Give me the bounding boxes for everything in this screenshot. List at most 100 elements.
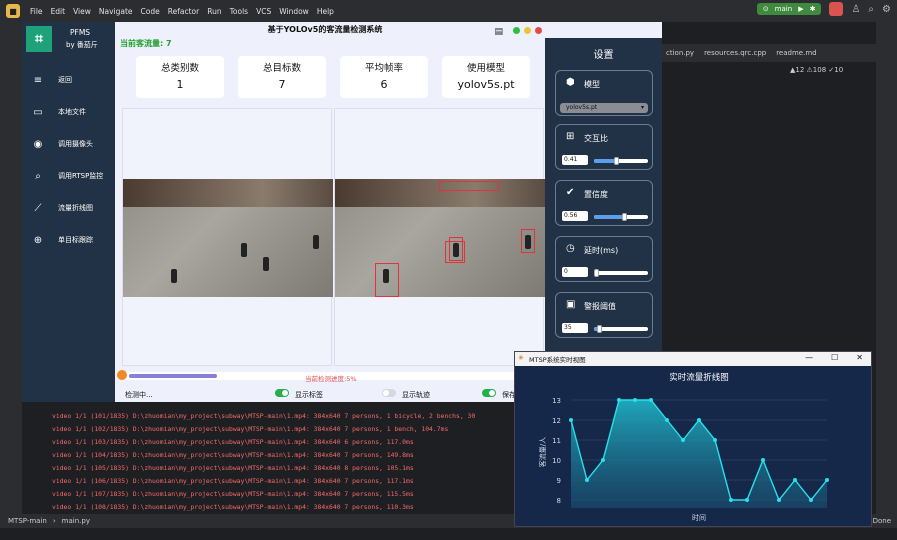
nav-item[interactable]: ◉ 调用摄像头 <box>28 134 114 154</box>
window-controls: ▤ <box>494 27 542 37</box>
gear-icon[interactable]: ⚙ <box>882 4 891 15</box>
menu-file[interactable]: File <box>26 7 47 16</box>
chart-title: 实时流量折线图 <box>669 372 729 383</box>
y-tick-label: 10 <box>552 457 561 465</box>
breadcrumb-file[interactable]: main.py <box>62 517 90 525</box>
menu-run[interactable]: Run <box>203 7 225 16</box>
nav-item[interactable]: ⌕ 调用RTSP监控 <box>28 166 114 186</box>
console-line: video 1/1 (106/1835) D:\zhuomian\my_proj… <box>52 477 414 485</box>
menu-window[interactable]: Window <box>275 7 313 16</box>
confidence-slider[interactable] <box>594 213 648 221</box>
user-icon[interactable]: ♙ <box>851 4 860 15</box>
editor-tab[interactable]: ction.py <box>666 49 694 57</box>
stat-value: 1 <box>176 78 184 91</box>
delay-slider[interactable] <box>594 269 648 277</box>
branch-label: main <box>774 5 793 13</box>
alarm-spinbox[interactable]: 35 <box>562 323 588 333</box>
original-video-panel <box>122 108 333 366</box>
editor-tab[interactable]: resources.qrc.cpp <box>704 49 766 57</box>
stat-card: 总目标数 7 <box>238 56 326 98</box>
console-line: video 1/1 (107/1835) D:\zhuomian\my_proj… <box>52 490 414 498</box>
toggle-switch[interactable] <box>275 389 289 397</box>
menu-refactor[interactable]: Refactor <box>164 7 203 16</box>
confidence-spinbox[interactable]: 0.56 <box>562 211 588 221</box>
branch-selector[interactable]: ⊙ main ▶ ✱ <box>756 3 822 15</box>
debug-icon[interactable]: ✱ <box>810 5 816 13</box>
nav-item-label: 返回 <box>58 76 72 84</box>
delay-spinbox[interactable]: 0 <box>562 267 588 277</box>
stat-label: 总目标数 <box>262 63 301 74</box>
y-tick-label: 12 <box>552 417 561 425</box>
data-point <box>649 398 653 402</box>
menu-code[interactable]: Code <box>137 7 164 16</box>
detection-box <box>445 241 465 263</box>
save-icon: ▣ <box>566 299 576 310</box>
toggle-switch[interactable] <box>482 389 496 397</box>
toggle-label: 显示标签 <box>295 391 323 399</box>
menu-tools[interactable]: Tools <box>226 7 252 16</box>
nav-item[interactable]: ≡ 返回 <box>28 70 114 90</box>
run-icon[interactable]: ▶ <box>798 5 803 13</box>
app-sidebar: ⌗ PFMS by 番茄斤 ≡ 返回 ▭ 本地文件 ◉ 调用摄像头 ⌕ 调用RTSP监控 ⟋ 流量… <box>22 22 115 402</box>
nav-item[interactable]: ⟋ 流量折线图 <box>28 198 114 218</box>
progress-fill <box>129 374 217 378</box>
y-axis-label: 客流量/人 <box>538 437 547 467</box>
stop-button[interactable] <box>829 2 844 16</box>
detection-box <box>439 181 499 191</box>
line-chart-icon: ⟋ <box>34 202 42 214</box>
status-done: Done <box>872 517 891 525</box>
data-point <box>825 478 829 482</box>
ide-logo: ■ <box>6 4 20 18</box>
original-frame <box>123 179 333 297</box>
alarm-slider[interactable] <box>594 325 648 333</box>
nav-item[interactable]: ⊕ 单目标跟踪 <box>28 230 114 250</box>
menu-navigate[interactable]: Navigate <box>95 7 137 16</box>
inspection-summary[interactable]: ▲12 ⚠108 ✓10 <box>790 66 843 74</box>
data-point <box>569 418 573 422</box>
data-point <box>633 398 637 402</box>
menu-view[interactable]: View <box>69 7 95 16</box>
minimize-dot[interactable] <box>524 27 531 34</box>
maximize-button[interactable]: ☐ <box>831 353 838 362</box>
check-circle-icon: ✔ <box>566 187 575 198</box>
editor-tab[interactable]: readme.md <box>776 49 816 57</box>
maximize-dot[interactable] <box>513 27 520 34</box>
settings-panel: 设置 ⬢ 模型 yolov5s.pt ▾ ⊞ 交互比 0.41 ✔ 置信度 0.5… <box>545 38 662 402</box>
iou-label: 交互比 <box>584 134 608 143</box>
console-line: video 1/1 (101/1835) D:\zhuomian\my_proj… <box>52 412 476 420</box>
data-point <box>777 498 781 502</box>
nav-item[interactable]: ▭ 本地文件 <box>28 102 114 122</box>
iou-spinbox[interactable]: 0.41 <box>562 155 588 165</box>
nav-item-label: 本地文件 <box>58 108 86 116</box>
toggle-switch[interactable] <box>382 389 396 397</box>
menu-vcs[interactable]: VCS <box>252 7 275 16</box>
data-point <box>681 438 685 442</box>
console-line: video 1/1 (104/1835) D:\zhuomian\my_proj… <box>52 451 414 459</box>
app-title: 基于YOLOv5的客流量检测系统 <box>267 25 383 34</box>
progress-text: 当前检测进度:5% <box>305 375 357 383</box>
menu-help[interactable]: Help <box>313 7 338 16</box>
stat-value: 7 <box>278 78 286 91</box>
clock-icon: ◷ <box>566 243 575 254</box>
detection-frame <box>335 179 545 297</box>
notes-icon[interactable]: ▤ <box>494 27 503 37</box>
menu-edit[interactable]: Edit <box>47 7 70 16</box>
realtime-chart-window: ✳ MTSP系统实时视图 — ☐ ✕ 8 9 10 11 12 13 实时流量折线图 时间 客流… <box>514 351 872 527</box>
close-dot[interactable] <box>535 27 542 34</box>
console-line: video 1/1 (102/1835) D:\zhuomian\my_proj… <box>52 425 449 433</box>
detection-video-panel <box>334 108 545 366</box>
delay-card: ◷ 延时(ms) 0 <box>555 236 653 282</box>
ide-menu: File Edit View Navigate Code Refactor Run Tools… <box>26 7 338 16</box>
minimize-button[interactable]: — <box>805 353 813 362</box>
model-label: 模型 <box>584 80 600 89</box>
current-flow: 当前客流量: 7 <box>120 39 172 48</box>
nav-item-label: 调用摄像头 <box>58 140 93 148</box>
search-icon[interactable]: ⌕ <box>868 4 874 15</box>
breadcrumb-project[interactable]: MTSP-main <box>8 517 47 525</box>
y-tick-label: 9 <box>557 477 561 485</box>
data-point <box>585 478 589 482</box>
ide-toolbar: ⊙ main ▶ ✱ ♙ ⌕ ⚙ <box>756 2 891 16</box>
iou-slider[interactable] <box>594 157 648 165</box>
close-button[interactable]: ✕ <box>856 353 863 362</box>
model-select[interactable]: yolov5s.pt ▾ <box>560 103 648 113</box>
